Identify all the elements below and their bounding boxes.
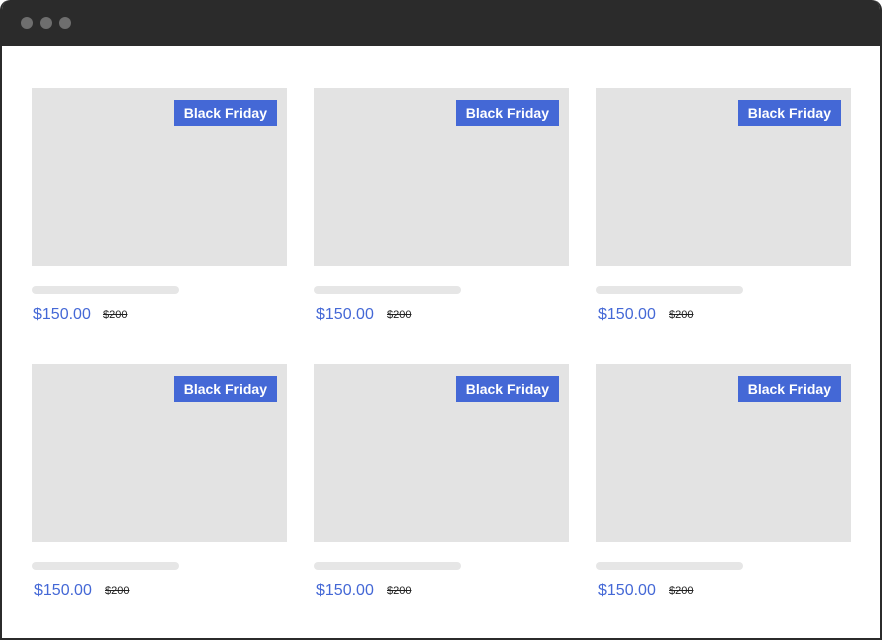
product-card[interactable]: Black Friday $150.00 $200 (314, 364, 569, 604)
sale-badge: Black Friday (737, 100, 841, 126)
close-window-dot-icon[interactable] (21, 17, 33, 29)
product-price: $150.00 (34, 582, 92, 599)
product-card[interactable]: Black Friday $150.00 $200 (314, 88, 569, 328)
window-titlebar (2, 0, 880, 46)
original-price: $200 (105, 585, 130, 597)
product-price: $150.00 (316, 582, 374, 599)
original-price: $200 (103, 309, 128, 321)
product-card[interactable]: Black Friday $150.00 $200 (596, 364, 851, 604)
original-price: $200 (669, 309, 694, 321)
product-title-placeholder (32, 286, 179, 294)
sale-badge: Black Friday (173, 100, 277, 126)
product-price: $150.00 (33, 306, 91, 323)
product-price: $150.00 (316, 306, 374, 323)
product-card[interactable]: Black Friday $150.00 $200 (32, 364, 287, 604)
sale-badge: Black Friday (173, 376, 277, 402)
maximize-window-dot-icon[interactable] (59, 17, 71, 29)
original-price: $200 (669, 585, 694, 597)
product-title-placeholder (314, 562, 461, 570)
original-price: $200 (387, 585, 412, 597)
product-title-placeholder (314, 286, 461, 294)
product-price: $150.00 (598, 582, 656, 599)
sale-badge: Black Friday (455, 376, 559, 402)
product-title-placeholder (32, 562, 179, 570)
browser-window: Black Friday $150.00 $200 Black Friday $… (0, 0, 882, 640)
product-card[interactable]: Black Friday $150.00 $200 (596, 88, 851, 328)
product-title-placeholder (596, 286, 743, 294)
product-card[interactable]: Black Friday $150.00 $200 (32, 88, 287, 328)
original-price: $200 (387, 309, 412, 321)
minimize-window-dot-icon[interactable] (40, 17, 52, 29)
product-title-placeholder (596, 562, 743, 570)
product-price: $150.00 (598, 306, 656, 323)
sale-badge: Black Friday (737, 376, 841, 402)
sale-badge: Black Friday (455, 100, 559, 126)
